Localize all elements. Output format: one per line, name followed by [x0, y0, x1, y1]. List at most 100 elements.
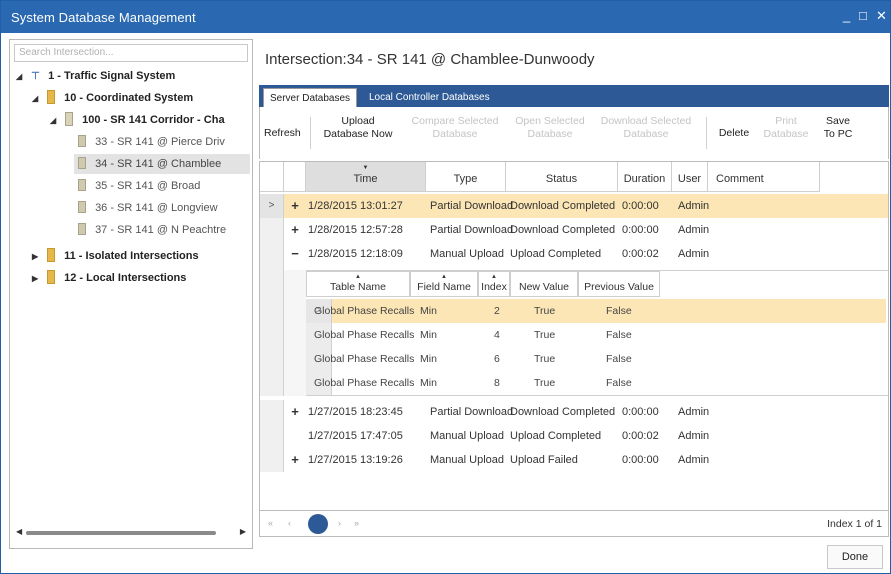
- column-header-label: Time: [353, 173, 378, 185]
- tree-node-intersection-33[interactable]: 33 - SR 141 @ Pierce Driv: [78, 132, 225, 152]
- button-label-line: Database: [763, 128, 809, 140]
- expand-row-icon[interactable]: +: [284, 218, 306, 242]
- table-row[interactable]: − 1/28/2015 12:18:09 Manual Upload Uploa…: [260, 242, 888, 266]
- expand-row-icon[interactable]: +: [284, 448, 306, 472]
- detail-changes-grid: ▲ Table Name ▲ Field Name ▲ Index New Va…: [306, 270, 888, 396]
- tree-node-intersection-34[interactable]: 34 - SR 141 @ Chamblee: [74, 154, 250, 174]
- expand-row-icon[interactable]: +: [284, 194, 306, 218]
- save-to-pc-button[interactable]: Save To PC: [818, 115, 858, 141]
- upload-database-now-button[interactable]: Upload Database Now: [316, 115, 400, 141]
- cell-type: Partial Download: [430, 200, 514, 212]
- scroll-right-icon[interactable]: ▶: [240, 527, 246, 536]
- cell-time: 1/28/2015 12:57:28: [308, 224, 403, 236]
- button-label-line: Database: [432, 128, 478, 140]
- download-selected-database-button[interactable]: Download Selected Database: [594, 115, 698, 141]
- table-row[interactable]: + 1/27/2015 13:19:26 Manual Upload Uploa…: [260, 448, 888, 472]
- tree-node-intersection-35[interactable]: 35 - SR 141 @ Broad: [78, 176, 200, 196]
- current-page-button[interactable]: 1: [308, 514, 328, 534]
- column-header-comment[interactable]: Comment: [708, 162, 820, 192]
- done-button[interactable]: Done: [827, 545, 883, 569]
- minimize-icon[interactable]: _: [843, 8, 850, 23]
- cell-status: Upload Completed: [510, 430, 602, 442]
- column-header-status[interactable]: Status: [506, 162, 618, 192]
- refresh-button[interactable]: Refresh: [264, 127, 301, 140]
- table-row[interactable]: + 1/28/2015 12:57:28 Partial Download Do…: [260, 218, 888, 242]
- column-header-user[interactable]: User: [672, 162, 708, 192]
- cell-table-name: Global Phase Recalls: [314, 305, 415, 317]
- tree-node-intersection-37[interactable]: 37 - SR 141 @ N Peachtre: [78, 220, 226, 240]
- column-header-label: Duration: [623, 173, 666, 185]
- table-row[interactable]: + 1/27/2015 18:23:45 Partial Download Do…: [260, 400, 888, 424]
- tree-node-traffic-signal-system[interactable]: ◢ ⊤ 1 - Traffic Signal System: [16, 66, 175, 86]
- cell-duration: 0:00:00: [622, 200, 659, 212]
- detail-header-table-name[interactable]: ▲ Table Name: [306, 271, 410, 297]
- tree-node-isolated-intersections[interactable]: ▶ 11 - Isolated Intersections: [32, 246, 199, 266]
- button-label-line: Save: [826, 115, 850, 127]
- tree-node-intersection-36[interactable]: 36 - SR 141 @ Longview: [78, 198, 218, 218]
- button-label-line: Download Selected: [600, 115, 692, 127]
- cell-type: Manual Upload: [430, 430, 504, 442]
- expand-row-icon[interactable]: [284, 424, 306, 448]
- column-header-type[interactable]: Type: [426, 162, 506, 192]
- detail-header-previous-value[interactable]: Previous Value: [578, 271, 660, 297]
- cell-index: 4: [494, 329, 500, 341]
- collapsed-arrow-icon[interactable]: ▶: [32, 269, 44, 289]
- previous-page-icon[interactable]: ‹: [288, 518, 291, 528]
- tree-node-local-intersections[interactable]: ▶ 12 - Local Intersections: [32, 268, 186, 288]
- detail-row[interactable]: Global Phase Recalls Min 4 True False: [306, 323, 886, 347]
- close-icon[interactable]: ✕: [876, 8, 887, 24]
- tab-local-controller-databases[interactable]: Local Controller Databases: [363, 88, 496, 107]
- expand-row-icon[interactable]: +: [284, 400, 306, 424]
- pager: « ‹ 1 › » Index 1 of 1: [259, 511, 889, 537]
- column-header-label: New Value: [519, 281, 569, 293]
- detail-header-index[interactable]: ▲ Index: [478, 271, 510, 297]
- last-page-icon[interactable]: »: [354, 518, 359, 528]
- cell-duration: 0:00:02: [622, 430, 659, 442]
- button-label-line: Open Selected: [515, 115, 585, 127]
- tab-server-databases[interactable]: Server Databases: [263, 88, 358, 107]
- cell-user: Admin: [678, 454, 710, 466]
- print-database-button[interactable]: Print Database: [762, 115, 810, 141]
- first-page-icon[interactable]: «: [268, 518, 273, 528]
- tree-search-input[interactable]: Search Intersection...: [14, 44, 248, 62]
- cell-duration: 0:00:02: [622, 248, 659, 260]
- cell-duration: 0:00:00: [622, 224, 659, 236]
- maximize-icon[interactable]: □: [859, 8, 867, 23]
- table-row[interactable]: 1/27/2015 17:47:05 Manual Upload Upload …: [260, 424, 888, 448]
- next-page-icon[interactable]: ›: [338, 518, 341, 528]
- detail-header-new-value[interactable]: New Value: [510, 271, 578, 297]
- detail-header-field-name[interactable]: ▲ Field Name: [410, 271, 478, 297]
- collapse-row-icon[interactable]: −: [284, 242, 306, 266]
- expander-header: [284, 162, 306, 192]
- cell-field-name: Min: [420, 329, 437, 341]
- expanded-arrow-icon[interactable]: ◢: [32, 89, 44, 109]
- detail-row-indicator: [260, 266, 284, 396]
- table-row[interactable]: > + 1/28/2015 13:01:27 Partial Download …: [260, 194, 888, 218]
- delete-button[interactable]: Delete: [712, 127, 756, 140]
- column-header-label: Field Name: [417, 281, 471, 293]
- intersection-tree-pane: Search Intersection... ◢ ⊤ 1 - Traffic S…: [9, 39, 253, 549]
- tree-horizontal-scrollbar[interactable]: ◀ ▶: [16, 527, 246, 536]
- open-selected-database-button[interactable]: Open Selected Database: [510, 115, 590, 141]
- cell-field-name: Min: [420, 377, 437, 389]
- column-header-label: Table Name: [329, 281, 387, 293]
- detail-row[interactable]: Global Phase Recalls Min 8 True False: [306, 371, 886, 395]
- column-header-duration[interactable]: Duration: [618, 162, 672, 192]
- expanded-arrow-icon[interactable]: ◢: [16, 67, 28, 87]
- tree-node-label: 1 - Traffic Signal System: [48, 70, 176, 82]
- detail-row[interactable]: Global Phase Recalls Min 6 True False: [306, 347, 886, 371]
- scroll-left-icon[interactable]: ◀: [16, 527, 22, 536]
- tree-node-sr141-corridor[interactable]: ◢ 100 - SR 141 Corridor - Cha: [50, 110, 225, 130]
- tree-node-label: 100 - SR 141 Corridor - Cha: [82, 114, 225, 126]
- compare-selected-database-button[interactable]: Compare Selected Database: [408, 115, 502, 141]
- column-header-time[interactable]: ▼ Time: [306, 162, 426, 192]
- tree-node-label: 10 - Coordinated System: [64, 92, 194, 104]
- scrollbar-thumb[interactable]: [26, 531, 216, 535]
- collapsed-arrow-icon[interactable]: ▶: [32, 247, 44, 267]
- row-indicator: >: [260, 194, 284, 218]
- tree-node-coordinated-system[interactable]: ◢ 10 - Coordinated System: [32, 88, 193, 108]
- column-header-label: User: [677, 173, 702, 185]
- detail-row[interactable]: > Global Phase Recalls Min 2 True False: [306, 299, 886, 323]
- cell-user: Admin: [678, 224, 710, 236]
- expanded-arrow-icon[interactable]: ◢: [50, 111, 62, 131]
